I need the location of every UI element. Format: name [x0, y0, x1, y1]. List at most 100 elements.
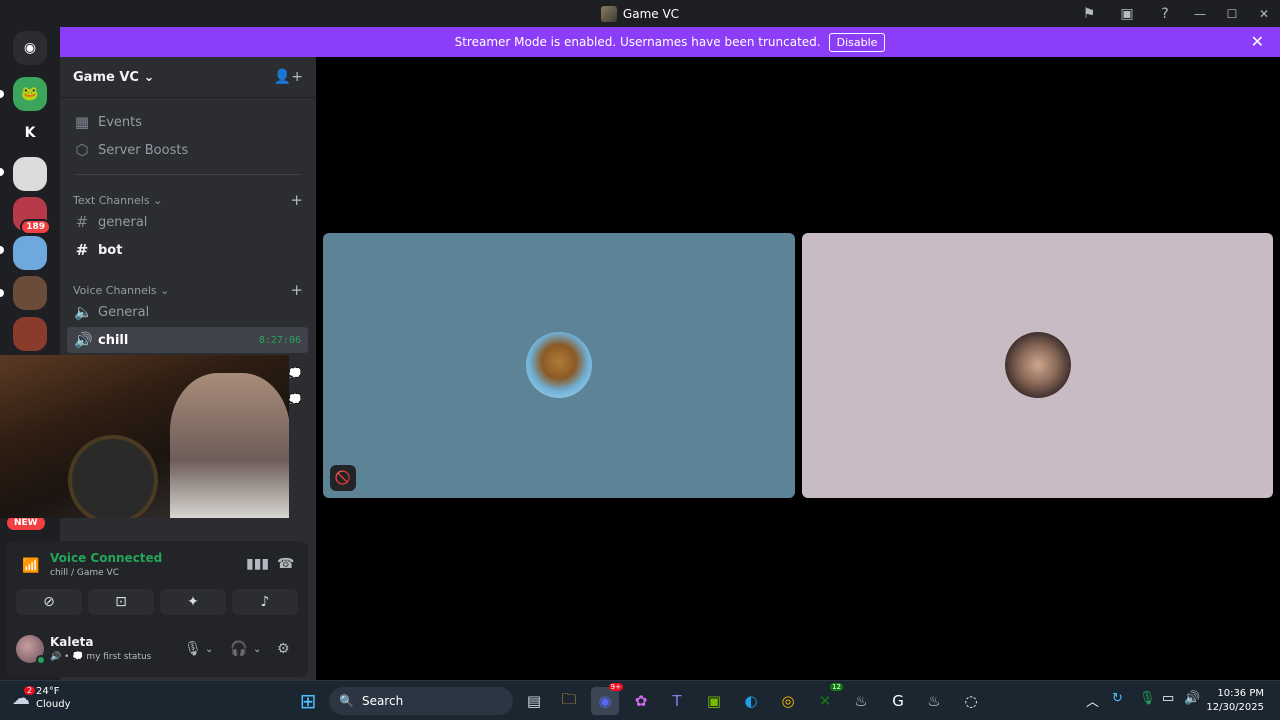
- voice-channel-chill[interactable]: 🔊 chill 8:27:06: [67, 327, 308, 353]
- mention-badge: 189: [20, 219, 51, 235]
- speaker-server-icon[interactable]: [13, 157, 47, 191]
- channel-general[interactable]: # general: [67, 209, 308, 235]
- guild-name-text: Game VC: [73, 69, 139, 85]
- headphones-icon[interactable]: 🎧: [230, 641, 247, 657]
- gear-icon[interactable]: ⚙: [277, 641, 290, 657]
- call-stage: 🚫: [316, 57, 1280, 680]
- help-icon[interactable]: ?: [1146, 0, 1184, 27]
- edge-icon[interactable]: ◐: [737, 687, 765, 715]
- disable-button[interactable]: Disable: [828, 32, 886, 52]
- copilot-icon[interactable]: ✿: [627, 687, 655, 715]
- sync-icon[interactable]: ↻: [1112, 691, 1123, 706]
- minimize-button[interactable]: —: [1184, 0, 1216, 27]
- discord-taskbar-icon[interactable]: ◉ 9+: [591, 683, 623, 715]
- cloud-icon: ☁ 2: [12, 685, 36, 709]
- discord-badge: 9+: [608, 683, 623, 691]
- clock-time: 10:36 PM: [1217, 688, 1264, 699]
- obs-icon[interactable]: ◌: [957, 687, 985, 715]
- server-pill: [0, 246, 4, 254]
- microphone-tray-icon[interactable]: 🎙: [1139, 691, 1156, 706]
- voice-channel-general[interactable]: 🔈 General: [67, 299, 308, 325]
- webcam-overlay: [0, 355, 289, 518]
- events-item[interactable]: ▦ Events: [67, 109, 308, 135]
- add-channel-icon[interactable]: +: [290, 281, 303, 299]
- steam-icon-2[interactable]: ♨: [920, 687, 948, 715]
- invite-icon[interactable]: 👤+: [274, 69, 303, 85]
- voice-location[interactable]: chill / Game VC: [50, 568, 119, 578]
- text-channels-category[interactable]: Text Channels ⌄ +: [73, 191, 303, 209]
- guild-name: Game VC ⌄: [73, 69, 155, 85]
- activities-button[interactable]: ✦: [160, 589, 226, 615]
- chevron-down-icon[interactable]: ⌄: [205, 644, 213, 655]
- text-category-label: Text Channels: [73, 193, 150, 207]
- discord-home-icon[interactable]: ◉: [13, 31, 47, 65]
- chevron-up-icon[interactable]: ︿: [1086, 691, 1099, 710]
- streamer-mode-banner: Streamer Mode is enabled. Usernames have…: [60, 27, 1280, 57]
- system-clock[interactable]: 10:36 PM 12/30/2025: [1206, 687, 1264, 715]
- overlay-chat-icons: 💭 💭: [288, 361, 302, 413]
- weather-condition: Cloudy: [36, 699, 71, 710]
- voice-status[interactable]: Voice Connected: [50, 551, 162, 565]
- chevron-down-icon[interactable]: ⌄: [253, 644, 261, 655]
- boosts-label: Server Boosts: [98, 142, 189, 158]
- channel-bot[interactable]: # bot: [67, 237, 308, 263]
- k-server-icon[interactable]: K: [13, 116, 47, 150]
- camera-off-button[interactable]: ⊘: [16, 589, 82, 615]
- speaker-icon: 🔊: [74, 331, 93, 349]
- guild-header[interactable]: Game VC ⌄ 👤+: [60, 57, 316, 98]
- clock-image: [68, 435, 158, 518]
- inbox-icon[interactable]: ▣: [1108, 0, 1146, 27]
- chat-bubble-icon: 💭: [288, 393, 302, 406]
- chrome-icon[interactable]: ◎: [774, 687, 802, 715]
- art-server-icon[interactable]: [13, 317, 47, 351]
- frog-server-icon[interactable]: 🐸: [13, 77, 47, 111]
- participant-tile[interactable]: 🚫: [323, 233, 795, 498]
- screen-share-button[interactable]: ⊡: [88, 589, 154, 615]
- boost-icon: ⬡: [75, 141, 89, 159]
- noise-suppression-icon[interactable]: ▮▮▮: [246, 556, 269, 572]
- events-label: Events: [98, 114, 143, 130]
- steam-icon[interactable]: ♨: [847, 687, 875, 715]
- volume-icon[interactable]: 🔊: [1184, 691, 1200, 706]
- file-explorer-icon[interactable]: 🗀: [555, 687, 583, 715]
- server-boosts-item[interactable]: ⬡ Server Boosts: [67, 137, 308, 163]
- username[interactable]: Kaleta: [50, 635, 93, 649]
- anime-server-icon[interactable]: 189: [13, 197, 51, 235]
- logitech-icon[interactable]: G: [884, 687, 912, 715]
- windows-start-icon[interactable]: ⊞: [294, 687, 322, 715]
- nvidia-icon[interactable]: ▣: [700, 687, 728, 715]
- network-icon[interactable]: ▭: [1162, 691, 1174, 706]
- voice-panel: 📶 Voice Connected chill / Game VC ▮▮▮ ☎ …: [6, 541, 308, 677]
- temperature: 24°F: [36, 686, 60, 697]
- microphone-icon[interactable]: 🎙: [184, 641, 202, 657]
- teams-icon[interactable]: T: [663, 687, 691, 715]
- add-channel-icon[interactable]: +: [290, 191, 303, 209]
- task-view-icon[interactable]: ▤: [520, 687, 548, 715]
- disconnect-icon[interactable]: ☎: [277, 556, 294, 572]
- close-icon[interactable]: ✕: [1251, 32, 1264, 51]
- blue-server-icon[interactable]: [13, 236, 47, 270]
- custom-status-text: my first status: [86, 652, 152, 662]
- status-dot: [36, 655, 46, 665]
- channel-label: General: [98, 304, 150, 320]
- face-server-icon[interactable]: [13, 276, 47, 310]
- chat-bubble-icon: 💭: [288, 367, 302, 380]
- signal-icon: 📶: [22, 558, 40, 574]
- window-title-text: Game VC: [622, 6, 680, 21]
- server-icon: [600, 5, 617, 22]
- soundboard-button[interactable]: ♪: [232, 589, 298, 615]
- muted-icon: 🚫: [330, 465, 356, 491]
- maximize-button[interactable]: ☐: [1216, 0, 1248, 27]
- participant-tile[interactable]: [802, 233, 1273, 498]
- search-input[interactable]: 🔍 Search: [329, 687, 513, 715]
- speaker-icon: 🔈: [74, 303, 93, 321]
- flag-icon[interactable]: ⚑: [1070, 0, 1108, 27]
- voice-timer: 8:27:06: [258, 334, 301, 346]
- voice-channels-category[interactable]: Voice Channels ⌄ +: [73, 281, 303, 299]
- xbox-icon[interactable]: ✕ 12: [811, 683, 843, 715]
- participant-avatar: [526, 332, 592, 398]
- clock-date: 12/30/2025: [1206, 702, 1264, 713]
- close-window-button[interactable]: ✕: [1248, 0, 1280, 27]
- xbox-badge: 12: [830, 683, 843, 691]
- weather-widget[interactable]: ☁ 2 24°F Cloudy: [12, 685, 70, 711]
